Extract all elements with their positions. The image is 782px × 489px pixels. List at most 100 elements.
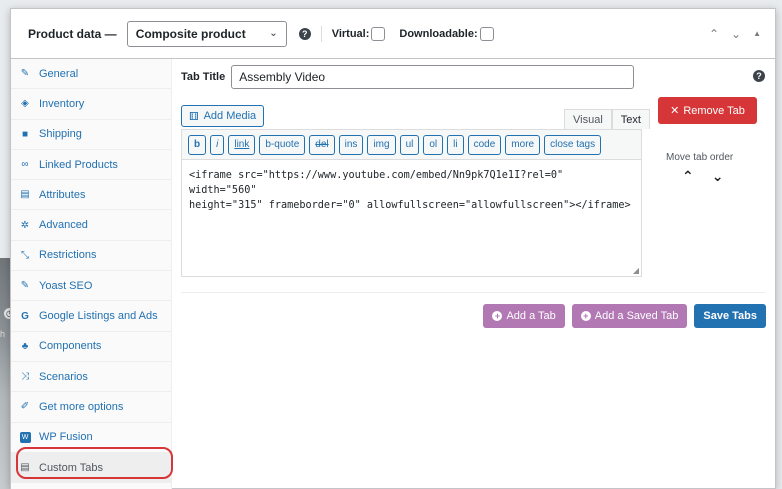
sidebar-item-label: Restrictions: [39, 249, 97, 262]
tab-title-label: Tab Title: [181, 71, 226, 83]
downloadable-label: Downloadable:: [399, 27, 478, 40]
sidebar-item-label: General: [39, 67, 79, 80]
qt-link-button[interactable]: link: [228, 134, 256, 155]
add-saved-tab-button[interactable]: + Add a Saved Tab: [571, 304, 688, 328]
tab-visual[interactable]: Visual: [564, 109, 612, 129]
sidebar-item-label: WP Fusion: [39, 431, 93, 444]
sidebar-item-get-more-options[interactable]: ✐ Get more options: [11, 392, 171, 423]
product-data-tabs: ✎ General ◈ Inventory ■ Shipping ∞ Linke…: [11, 59, 173, 489]
sidebar-item-label: Scenarios: [39, 370, 88, 383]
components-icon: ♣: [21, 340, 29, 352]
qt-ul-button[interactable]: ul: [399, 134, 420, 155]
list-icon: ▤: [20, 189, 30, 201]
sidebar-item-inventory[interactable]: ◈ Inventory: [11, 89, 171, 120]
wrench-icon: ✎: [20, 280, 30, 292]
truck-icon: ■: [21, 128, 29, 140]
virtual-label: Virtual:: [331, 27, 370, 40]
resize-handle-icon[interactable]: ◢: [633, 266, 639, 275]
qt-italic-button[interactable]: i: [210, 134, 225, 155]
move-down-icon[interactable]: ⌄: [731, 27, 741, 41]
panel-title: Product data —: [28, 26, 117, 41]
help-icon[interactable]: ?: [298, 27, 311, 40]
product-type-select[interactable]: Composite product ⌄: [126, 20, 287, 47]
chevron-down-icon: ⌄: [269, 28, 278, 39]
tab-title-input[interactable]: Assembly Video: [231, 65, 635, 89]
plus-icon: +: [580, 311, 591, 321]
add-tab-button[interactable]: + Add a Tab: [483, 304, 565, 328]
move-up-icon[interactable]: ⌃: [682, 168, 694, 185]
sidebar-item-label: Google Listings and Ads: [39, 310, 158, 323]
annotation-highlight: [16, 447, 173, 479]
product-type-value: Composite product: [135, 26, 246, 41]
move-tab-order-label: Move tab order: [666, 152, 734, 163]
sidebar-item-attributes[interactable]: ▤ Attributes: [11, 180, 171, 211]
gear-icon: ✲: [20, 219, 30, 231]
tab-title-row: Tab Title Assembly Video: [181, 65, 635, 89]
panel-header: Product data — Composite product ⌄ ? Vir…: [11, 9, 775, 59]
sidebar-item-restrictions[interactable]: ⤡ Restrictions: [11, 241, 171, 272]
sidebar-item-label: Advanced: [39, 219, 88, 232]
sidebar-item-label: Shipping: [39, 128, 82, 141]
media-icon: ⚅: [189, 110, 199, 123]
collapse-icon[interactable]: ▲: [753, 29, 761, 41]
sidebar-item-yoast-seo[interactable]: ✎ Yoast SEO: [11, 271, 171, 302]
virtual-checkbox[interactable]: [371, 26, 386, 41]
sidebar-item-label: Inventory: [39, 97, 85, 110]
link-icon: ∞: [21, 159, 29, 171]
custom-tabs-panel: Tab Title Assembly Video ? ⚅ Add Media V…: [172, 59, 775, 488]
sidebar-item-google-listings[interactable]: G Google Listings and Ads: [11, 301, 171, 332]
tab-actions: + Add a Tab + Add a Saved Tab Save Tabs: [483, 304, 766, 328]
qt-more-button[interactable]: more: [505, 134, 541, 155]
sidebar-item-scenarios[interactable]: ⤨ Scenarios: [11, 362, 171, 393]
shuffle-icon: ⤨: [21, 371, 29, 383]
sidebar-item-label: Components: [39, 340, 102, 353]
remove-tab-button[interactable]: ✕ Remove Tab: [658, 97, 757, 124]
add-media-button[interactable]: ⚅ Add Media: [181, 105, 265, 127]
plug-icon: ✐: [20, 401, 30, 413]
remove-tab-label: Remove Tab: [683, 104, 745, 117]
help-icon[interactable]: ?: [753, 70, 765, 82]
google-icon: G: [21, 310, 29, 322]
add-tab-label: Add a Tab: [506, 310, 556, 322]
sidebar-item-label: Get more options: [39, 400, 124, 413]
add-saved-tab-label: Add a Saved Tab: [594, 310, 679, 322]
panel-controls: ⌃ ⌄ ▲: [709, 27, 761, 41]
divider: [181, 292, 766, 293]
divider: [320, 25, 322, 42]
quicktags-toolbar: b i link b-quote del ins img ul ol li co…: [182, 130, 641, 160]
tag-icon: ◈: [21, 98, 29, 110]
sidebar-item-linked-products[interactable]: ∞ Linked Products: [11, 150, 171, 181]
product-data-panel: Product data — Composite product ⌄ ? Vir…: [10, 8, 776, 489]
sidebar-item-components[interactable]: ♣ Components: [11, 332, 171, 362]
sidebar-item-label: Yoast SEO: [39, 279, 93, 292]
qt-li-button[interactable]: li: [447, 134, 464, 155]
sidebar-item-general[interactable]: ✎ General: [11, 59, 171, 90]
sidebar-item-label: Linked Products: [39, 158, 118, 171]
sidebar-item-shipping[interactable]: ■ Shipping: [11, 120, 171, 150]
wrench-icon: ✎: [20, 68, 30, 80]
qt-code-button[interactable]: code: [467, 134, 502, 155]
qt-close-tags-button[interactable]: close tags: [544, 134, 602, 155]
wpfusion-icon: W: [19, 431, 31, 444]
sidebar-item-advanced[interactable]: ✲ Advanced: [11, 210, 171, 241]
sidebar-item-label: Attributes: [39, 188, 86, 201]
move-up-icon[interactable]: ⌃: [709, 27, 719, 41]
editor-textarea[interactable]: <iframe src="https://www.youtube.com/emb…: [182, 160, 641, 221]
cutoff-text: h: [0, 329, 6, 339]
qt-del-button[interactable]: del: [309, 134, 335, 155]
qt-img-button[interactable]: img: [367, 134, 396, 155]
move-down-icon[interactable]: ⌄: [712, 168, 724, 185]
add-media-label: Add Media: [203, 110, 257, 122]
plus-icon: +: [492, 311, 503, 321]
qt-ins-button[interactable]: ins: [338, 134, 364, 155]
close-icon: ✕: [670, 105, 680, 117]
qt-ol-button[interactable]: ol: [423, 134, 444, 155]
downloadable-checkbox[interactable]: [479, 26, 494, 41]
text-editor: b i link b-quote del ins img ul ol li co…: [181, 129, 642, 277]
editor-tabs: Visual Text: [564, 109, 650, 129]
save-tabs-button[interactable]: Save Tabs: [694, 304, 766, 328]
qt-bquote-button[interactable]: b-quote: [259, 134, 306, 155]
minimize-icon: ⤡: [21, 249, 29, 261]
qt-bold-button[interactable]: b: [188, 134, 207, 155]
tab-text[interactable]: Text: [611, 109, 650, 129]
